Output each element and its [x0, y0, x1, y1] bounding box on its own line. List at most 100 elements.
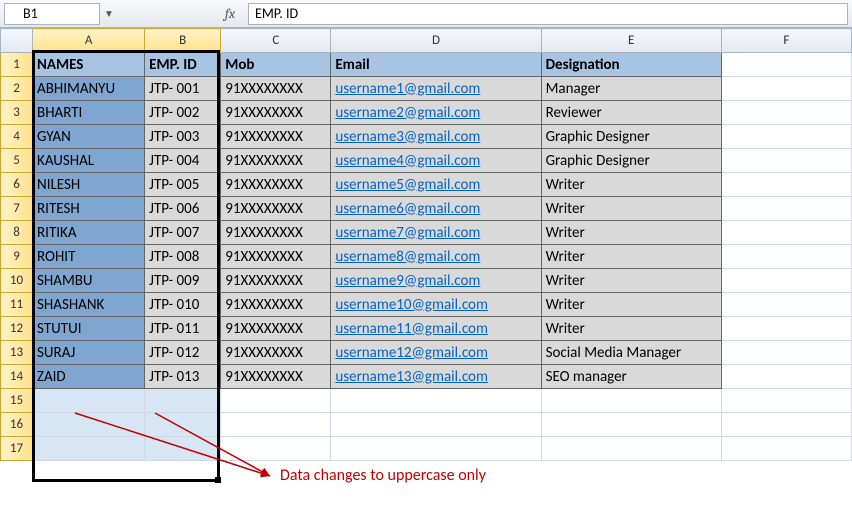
header-cell-names[interactable]: NAMES — [33, 53, 145, 77]
cell-email[interactable]: username2@gmail.com — [331, 101, 541, 125]
cell-empty[interactable] — [721, 101, 851, 125]
row-head-4[interactable]: 4 — [1, 125, 33, 149]
cell-name[interactable]: SURAJ — [33, 341, 145, 365]
col-head-A[interactable]: A — [33, 29, 145, 53]
cell-name[interactable]: GYAN — [33, 125, 145, 149]
col-head-C[interactable]: C — [221, 29, 331, 53]
cell-email[interactable]: username11@gmail.com — [331, 317, 541, 341]
row-head-2[interactable]: 2 — [1, 77, 33, 101]
cell-mob[interactable]: 91XXXXXXXX — [221, 173, 331, 197]
cell-name[interactable]: RITIKA — [33, 221, 145, 245]
cell-emp[interactable]: JTP- 009 — [145, 269, 221, 293]
email-link[interactable]: username10@gmail.com — [335, 296, 488, 314]
fx-icon[interactable]: fx — [218, 5, 242, 22]
cell-mob[interactable]: 91XXXXXXXX — [221, 125, 331, 149]
email-link[interactable]: username13@gmail.com — [335, 368, 488, 386]
name-box-dropdown-icon[interactable]: ▼ — [100, 7, 118, 20]
row-head-7[interactable]: 7 — [1, 197, 33, 221]
select-all-corner[interactable] — [1, 29, 33, 53]
cell-mob[interactable]: 91XXXXXXXX — [221, 101, 331, 125]
cell-empty[interactable] — [721, 413, 851, 437]
cell-empty[interactable] — [721, 437, 851, 461]
cell-emp[interactable]: JTP- 005 — [145, 173, 221, 197]
row-head-9[interactable]: 9 — [1, 245, 33, 269]
cell-empty[interactable] — [721, 77, 851, 101]
cell-email[interactable]: username3@gmail.com — [331, 125, 541, 149]
cell-desig[interactable]: Graphic Designer — [541, 149, 721, 173]
cell-name[interactable]: ABHIMANYU — [33, 77, 145, 101]
cell-name[interactable]: SHAMBU — [33, 269, 145, 293]
email-link[interactable]: username1@gmail.com — [335, 80, 480, 98]
cell-name[interactable]: KAUSHAL — [33, 149, 145, 173]
email-link[interactable]: username12@gmail.com — [335, 344, 488, 362]
cell-desig[interactable]: Writer — [541, 269, 721, 293]
cell-name[interactable]: ZAID — [33, 365, 145, 389]
row-head-17[interactable]: 17 — [1, 437, 33, 461]
cell-empty[interactable] — [721, 365, 851, 389]
cell-email[interactable]: username4@gmail.com — [331, 149, 541, 173]
cell-desig[interactable]: SEO manager — [541, 365, 721, 389]
cell-mob[interactable]: 91XXXXXXXX — [221, 341, 331, 365]
cell-emp[interactable]: JTP- 013 — [145, 365, 221, 389]
cell-emp[interactable]: JTP- 011 — [145, 317, 221, 341]
cell-email[interactable]: username5@gmail.com — [331, 173, 541, 197]
cell-emp[interactable]: JTP- 012 — [145, 341, 221, 365]
cell-desig[interactable]: Graphic Designer — [541, 125, 721, 149]
col-head-F[interactable]: F — [721, 29, 851, 53]
row-head-13[interactable]: 13 — [1, 341, 33, 365]
row-head-15[interactable]: 15 — [1, 389, 33, 413]
row-head-6[interactable]: 6 — [1, 173, 33, 197]
cell-empty[interactable] — [721, 173, 851, 197]
cell-mob[interactable]: 91XXXXXXXX — [221, 293, 331, 317]
cell-F1[interactable] — [721, 53, 851, 77]
row-head-14[interactable]: 14 — [1, 365, 33, 389]
cell-empty[interactable] — [721, 293, 851, 317]
cell-desig[interactable]: Writer — [541, 221, 721, 245]
name-box[interactable]: B1 — [4, 3, 100, 25]
cell-desig[interactable]: Social Media Manager — [541, 341, 721, 365]
row-head-5[interactable]: 5 — [1, 149, 33, 173]
cell-empty[interactable] — [145, 413, 221, 437]
cell-emp[interactable]: JTP- 010 — [145, 293, 221, 317]
cell-desig[interactable]: Writer — [541, 197, 721, 221]
cell-mob[interactable]: 91XXXXXXXX — [221, 77, 331, 101]
cell-empty[interactable] — [721, 125, 851, 149]
row-head-10[interactable]: 10 — [1, 269, 33, 293]
email-link[interactable]: username6@gmail.com — [335, 200, 480, 218]
cell-email[interactable]: username7@gmail.com — [331, 221, 541, 245]
col-head-B[interactable]: B — [145, 29, 221, 53]
header-cell-designation[interactable]: Designation — [541, 53, 721, 77]
cell-empty[interactable] — [721, 245, 851, 269]
cell-email[interactable]: username10@gmail.com — [331, 293, 541, 317]
cells-table[interactable]: A B C D E F 1NAMESEMP. IDMobEmailDesigna… — [0, 28, 852, 461]
cell-empty[interactable] — [33, 389, 145, 413]
cell-empty[interactable] — [145, 437, 221, 461]
cell-empty[interactable] — [221, 389, 331, 413]
cell-empty[interactable] — [721, 221, 851, 245]
email-link[interactable]: username7@gmail.com — [335, 224, 480, 242]
cell-mob[interactable]: 91XXXXXXXX — [221, 221, 331, 245]
cell-empty[interactable] — [331, 437, 541, 461]
row-head-12[interactable]: 12 — [1, 317, 33, 341]
email-link[interactable]: username3@gmail.com — [335, 128, 480, 146]
cell-empty[interactable] — [721, 389, 851, 413]
cell-mob[interactable]: 91XXXXXXXX — [221, 365, 331, 389]
cell-name[interactable]: SHASHANK — [33, 293, 145, 317]
header-cell-emp_id[interactable]: EMP. ID — [145, 53, 221, 77]
email-link[interactable]: username11@gmail.com — [335, 320, 488, 338]
cell-empty[interactable] — [221, 413, 331, 437]
row-head-11[interactable]: 11 — [1, 293, 33, 317]
cell-emp[interactable]: JTP- 002 — [145, 101, 221, 125]
cell-mob[interactable]: 91XXXXXXXX — [221, 149, 331, 173]
header-cell-mob[interactable]: Mob — [221, 53, 331, 77]
cell-email[interactable]: username13@gmail.com — [331, 365, 541, 389]
email-link[interactable]: username2@gmail.com — [335, 104, 480, 122]
cell-emp[interactable]: JTP- 003 — [145, 125, 221, 149]
cell-name[interactable]: BHARTI — [33, 101, 145, 125]
cell-empty[interactable] — [721, 149, 851, 173]
header-cell-email[interactable]: Email — [331, 53, 541, 77]
cell-desig[interactable]: Reviewer — [541, 101, 721, 125]
cell-empty[interactable] — [331, 389, 541, 413]
row-head-16[interactable]: 16 — [1, 413, 33, 437]
fill-handle[interactable] — [215, 477, 221, 483]
